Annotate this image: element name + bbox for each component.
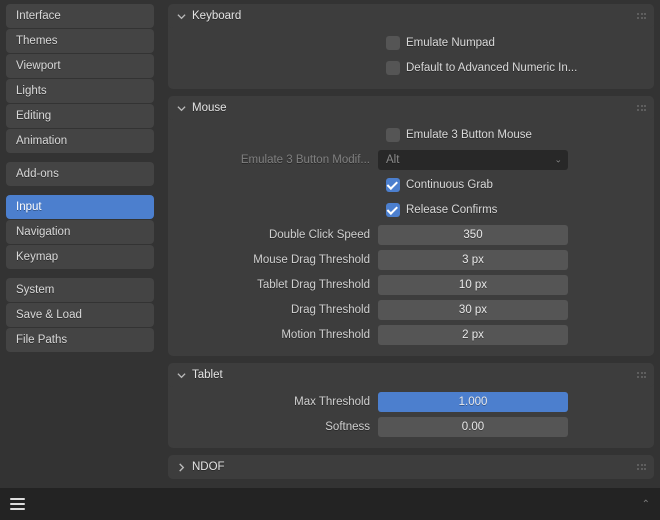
select-emulate-3-modifier[interactable]: Alt⌄ <box>378 150 568 170</box>
panel-header-ndof[interactable]: NDOF <box>168 455 654 479</box>
grip-icon[interactable] <box>637 13 646 19</box>
panel-title: Mouse <box>192 102 227 114</box>
panel-mouse: Mouse Emulate 3 Button Mouse Emulate 3 B… <box>168 96 654 356</box>
menu-icon[interactable] <box>10 498 25 510</box>
grip-icon[interactable] <box>637 464 646 470</box>
panel-header-keyboard[interactable]: Keyboard <box>168 4 654 28</box>
panel-keyboard: Keyboard Emulate Numpad Default to Advan… <box>168 4 654 89</box>
footer-caret-icon[interactable]: ⌃ <box>642 499 650 510</box>
grip-icon[interactable] <box>637 372 646 378</box>
checkbox-icon <box>386 128 400 142</box>
sidebar-item-input[interactable]: Input <box>6 195 154 219</box>
checkbox-icon <box>386 203 400 217</box>
label-mouse-drag-threshold: Mouse Drag Threshold <box>178 254 378 266</box>
chevron-down-icon <box>176 371 186 380</box>
input-softness[interactable]: 0.00 <box>378 417 568 437</box>
sidebar-item-lights[interactable]: Lights <box>6 79 154 103</box>
label-motion-threshold: Motion Threshold <box>178 329 378 341</box>
checkbox-emulate-numpad[interactable]: Emulate Numpad <box>178 32 644 54</box>
sidebar-item-editing[interactable]: Editing <box>6 104 154 128</box>
label-double-click-speed: Double Click Speed <box>178 229 378 241</box>
footer: ⌃ <box>0 488 660 520</box>
checkbox-emulate-3-button[interactable]: Emulate 3 Button Mouse <box>178 124 644 146</box>
sidebar-item-viewport[interactable]: Viewport <box>6 54 154 78</box>
content: Keyboard Emulate Numpad Default to Advan… <box>168 4 654 482</box>
sidebar-item-addons[interactable]: Add-ons <box>6 162 154 186</box>
checkbox-icon <box>386 61 400 75</box>
chevron-down-icon <box>176 104 186 113</box>
checkbox-icon <box>386 36 400 50</box>
label-drag-threshold: Drag Threshold <box>178 304 378 316</box>
panel-tablet: Tablet Max Threshold 1.000 Softness 0.00 <box>168 363 654 448</box>
chevron-right-icon <box>176 463 186 472</box>
checkbox-continuous-grab[interactable]: Continuous Grab <box>178 174 644 196</box>
checkbox-release-confirms[interactable]: Release Confirms <box>178 199 644 221</box>
chevron-down-icon: ⌄ <box>554 155 562 166</box>
sidebar-item-system[interactable]: System <box>6 278 154 302</box>
input-motion-threshold[interactable]: 2 px <box>378 325 568 345</box>
panel-title: Keyboard <box>192 10 241 22</box>
label-max-threshold: Max Threshold <box>178 396 378 408</box>
input-drag-threshold[interactable]: 30 px <box>378 300 568 320</box>
panel-ndof: NDOF <box>168 455 654 479</box>
grip-icon[interactable] <box>637 105 646 111</box>
label-tablet-drag-threshold: Tablet Drag Threshold <box>178 279 378 291</box>
input-mouse-drag-threshold[interactable]: 3 px <box>378 250 568 270</box>
sidebar-item-file-paths[interactable]: File Paths <box>6 328 154 352</box>
input-tablet-drag-threshold[interactable]: 10 px <box>378 275 568 295</box>
sidebar-item-animation[interactable]: Animation <box>6 129 154 153</box>
sidebar-item-interface[interactable]: Interface <box>6 4 154 28</box>
checkbox-icon <box>386 178 400 192</box>
label-emulate-3-modifier: Emulate 3 Button Modif... <box>178 154 378 166</box>
sidebar-item-save-load[interactable]: Save & Load <box>6 303 154 327</box>
sidebar-item-themes[interactable]: Themes <box>6 29 154 53</box>
sidebar-item-keymap[interactable]: Keymap <box>6 245 154 269</box>
label-softness: Softness <box>178 421 378 433</box>
panel-header-tablet[interactable]: Tablet <box>168 363 654 387</box>
checkbox-default-advanced-numeric[interactable]: Default to Advanced Numeric In... <box>178 57 644 79</box>
panel-header-mouse[interactable]: Mouse <box>168 96 654 120</box>
sidebar: Interface Themes Viewport Lights Editing… <box>6 4 154 482</box>
panel-title: Tablet <box>192 369 223 381</box>
sidebar-item-navigation[interactable]: Navigation <box>6 220 154 244</box>
panel-title: NDOF <box>192 461 225 473</box>
input-double-click-speed[interactable]: 350 <box>378 225 568 245</box>
input-max-threshold[interactable]: 1.000 <box>378 392 568 412</box>
chevron-down-icon <box>176 12 186 21</box>
